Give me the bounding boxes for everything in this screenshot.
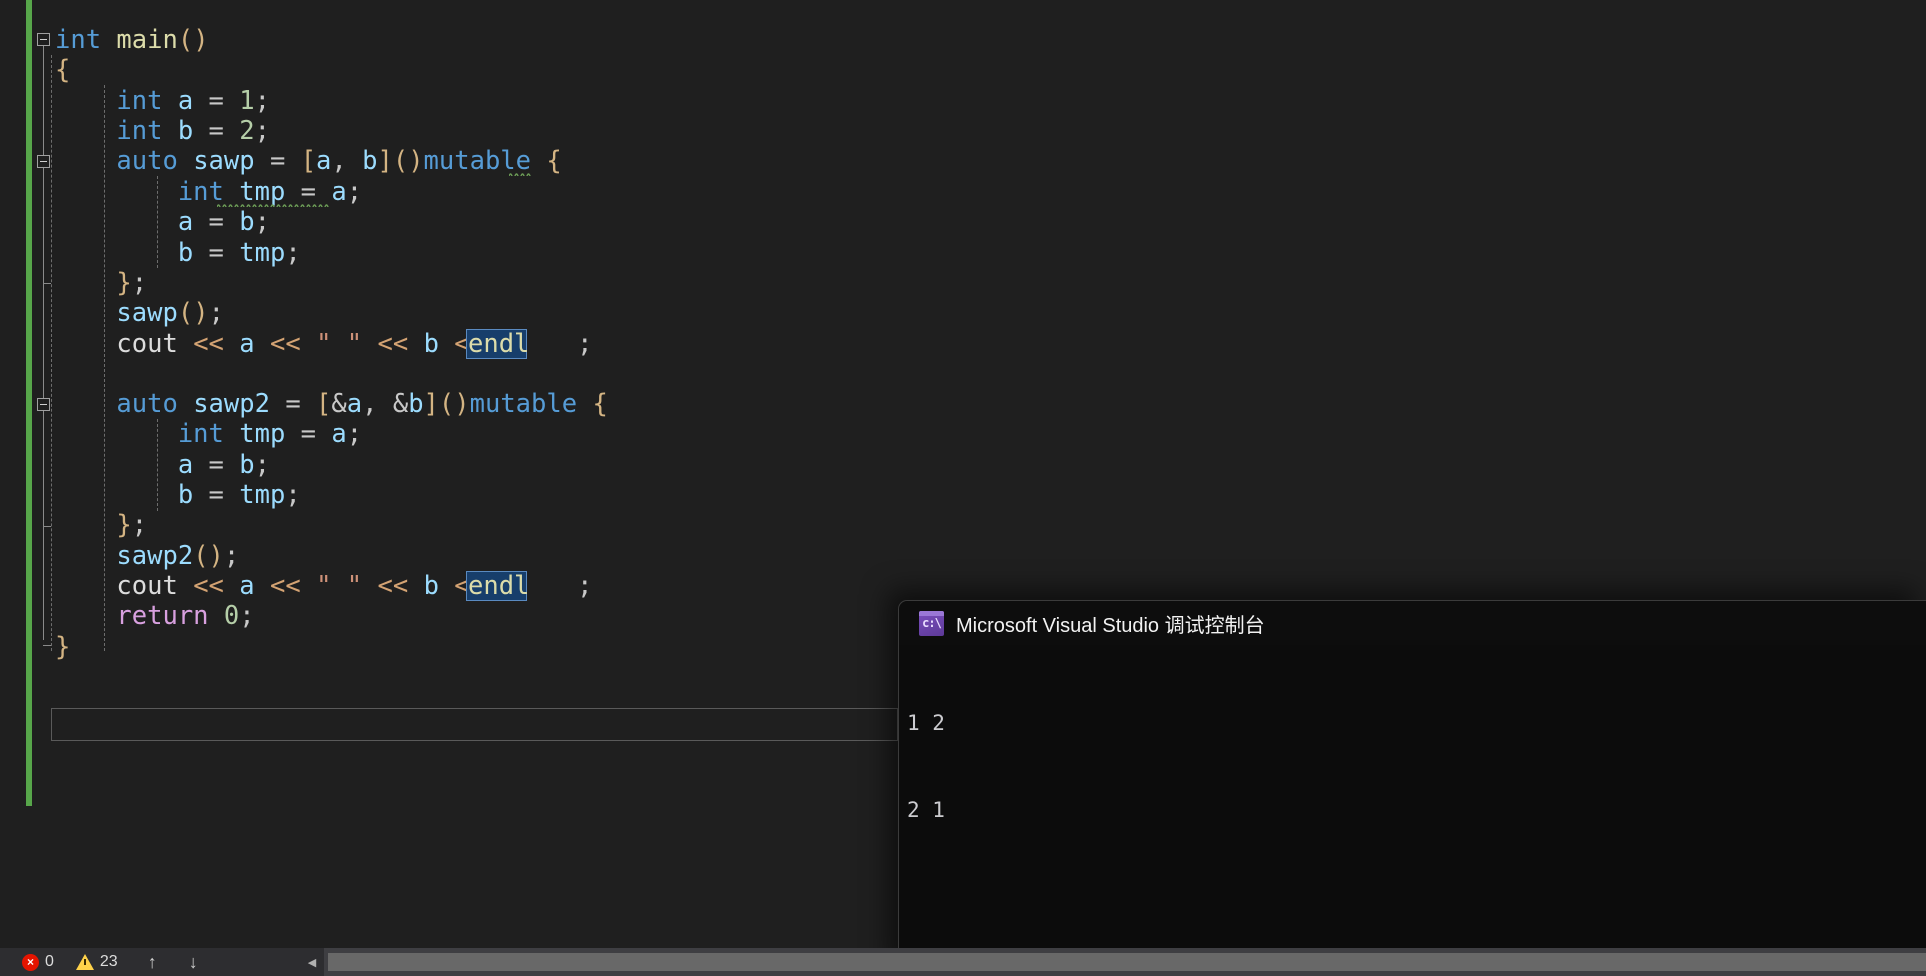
error-indicator[interactable]: × 0 [22,953,54,971]
status-bar-left-group: × 0 23 ↑ ↓ [0,948,198,976]
highlight-endl-2-text: endl [468,571,530,601]
squiggle-underline-brace [509,172,531,176]
squiggle-underline-tmp [217,203,329,207]
status-bar: × 0 23 ↑ ↓ ◀ [0,948,1926,976]
code-line-16[interactable]: b = tmp; [55,480,301,510]
console-output-area[interactable]: 1 2 2 1 D:\code\2023\cpp-learning\C++11\… [899,645,1926,976]
horizontal-scrollbar[interactable]: ◀ [300,948,1926,976]
error-count: 0 [45,953,54,970]
previous-issue-arrow-icon[interactable]: ↑ [148,952,157,973]
code-line-10[interactable]: sawp(); [55,298,224,328]
indicator-margin-marks [0,0,10,948]
warning-icon [75,954,94,970]
next-issue-arrow-icon[interactable]: ↓ [189,952,198,973]
highlight-endl-2[interactable]: endl [466,571,530,601]
code-line-15[interactable]: a = b; [55,450,270,480]
error-icon: × [22,953,39,971]
console-window-title: Microsoft Visual Studio 调试控制台 [956,614,1265,637]
code-line-9[interactable]: }; [55,268,147,298]
code-line-8[interactable]: b = tmp; [55,238,301,268]
code-line-17[interactable]: }; [55,510,147,540]
code-line-18[interactable]: sawp2(); [55,541,239,571]
code-line-7[interactable]: a = b; [55,207,270,237]
highlight-endl-1-text: endl [468,329,530,359]
code-line-2[interactable]: { [55,55,70,85]
code-line-1[interactable]: int main() [55,25,209,55]
console-cmd-icon: c:\ [919,610,944,636]
code-line-5[interactable]: auto sawp = [a, b]()mutable { [55,146,561,176]
scroll-left-arrow-icon[interactable]: ◀ [300,948,324,976]
code-line-3[interactable]: int a = 1; [55,86,270,116]
code-line-14[interactable]: int tmp = a; [55,419,362,449]
warning-indicator[interactable]: 23 [75,953,118,971]
highlight-endl-1[interactable]: endl [466,329,530,359]
vs-window: int main() { int a = 1; int b = 2; auto … [0,0,1926,976]
console-title-bar[interactable]: c:\ Microsoft Visual Studio 调试控制台 [899,601,1926,645]
debug-console-window[interactable]: c:\ Microsoft Visual Studio 调试控制台 1 2 2 … [898,600,1926,976]
code-line-13[interactable]: auto sawp2 = [&a, &b]()mutable { [55,389,607,419]
warning-count: 23 [99,953,118,970]
code-line-21[interactable]: } [55,632,70,662]
console-output-line-1: 1 2 [907,711,945,735]
code-line-4[interactable]: int b = 2; [55,116,270,146]
console-output-line-2: 2 1 [907,798,945,822]
code-line-20[interactable]: return 0; [55,601,254,631]
horizontal-scrollbar-thumb[interactable] [328,953,1926,971]
